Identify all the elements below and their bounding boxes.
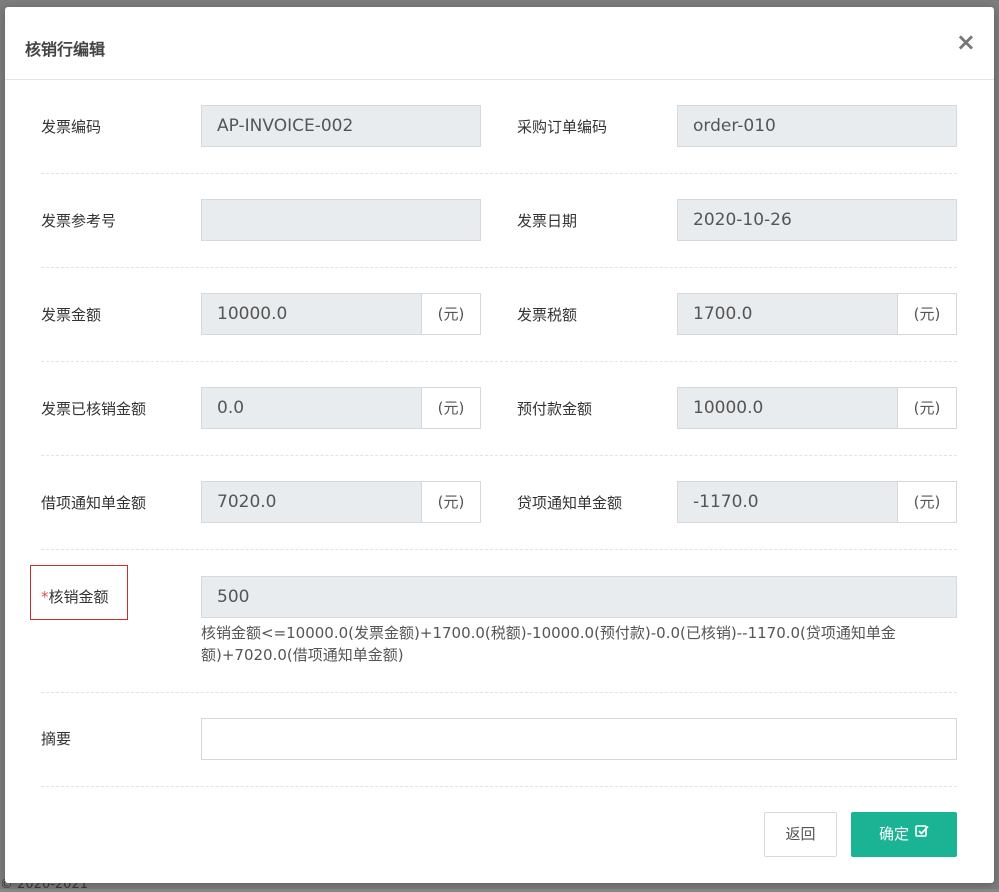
credit-note-field[interactable]: -1170.0 <box>677 481 898 523</box>
summary-label: 摘要 <box>41 730 72 748</box>
prepayment-unit: (元) <box>898 387 957 429</box>
writeoff-amount-label: *核销金额 <box>41 586 109 607</box>
row-divider <box>41 455 957 456</box>
invoice-written-off-field[interactable]: 0.0 <box>201 387 422 429</box>
invoice-amount-unit: (元) <box>422 293 481 335</box>
checkbox-check-icon <box>915 811 929 856</box>
invoice-written-off-label: 发票已核销金额 <box>41 400 147 418</box>
close-button[interactable]: × <box>956 27 976 57</box>
po-code-field[interactable]: order-010 <box>677 105 957 147</box>
row-divider <box>41 549 957 550</box>
writeoff-amount-field[interactable]: 500 <box>201 576 957 618</box>
credit-note-label: 贷项通知单金额 <box>517 494 623 512</box>
debit-note-field[interactable]: 7020.0 <box>201 481 422 523</box>
row-divider <box>41 361 957 362</box>
invoice-code-field[interactable]: AP-INVOICE-002 <box>201 105 481 147</box>
confirm-button-label: 确定 <box>878 825 909 843</box>
credit-note-unit: (元) <box>898 481 957 523</box>
invoice-code-label: 发票编码 <box>41 118 102 136</box>
dialog-header: 核销行编辑 × <box>5 7 994 80</box>
invoice-tax-label: 发票税额 <box>517 306 578 324</box>
invoice-amount-field[interactable]: 10000.0 <box>201 293 422 335</box>
prepayment-label: 预付款金额 <box>517 400 593 418</box>
invoice-ref-label: 发票参考号 <box>41 212 117 230</box>
invoice-amount-label: 发票金额 <box>41 306 102 324</box>
invoice-written-off-unit: (元) <box>422 387 481 429</box>
debit-note-label: 借项通知单金额 <box>41 494 147 512</box>
row-divider <box>41 267 957 268</box>
invoice-date-field[interactable]: 2020-10-26 <box>677 199 957 241</box>
prepayment-field[interactable]: 10000.0 <box>677 387 898 429</box>
writeoff-amount-hint: 核销金额<=10000.0(发票金额)+1700.0(税额)-10000.0(预… <box>201 624 896 664</box>
writeoff-edit-dialog: 核销行编辑 × 发票编码 AP-INVOICE-002 采购订单编码 order… <box>5 7 994 883</box>
row-divider <box>41 173 957 174</box>
back-button[interactable]: 返回 <box>764 812 837 857</box>
confirm-button[interactable]: 确定 <box>851 812 957 857</box>
summary-field[interactable] <box>201 718 957 760</box>
po-code-label: 采购订单编码 <box>517 118 608 136</box>
invoice-tax-field[interactable]: 1700.0 <box>677 293 898 335</box>
required-marker: * <box>41 588 49 606</box>
writeoff-amount-label-text: 核销金额 <box>48 588 109 606</box>
dialog-title: 核销行编辑 <box>25 40 106 59</box>
row-divider <box>41 786 957 787</box>
invoice-date-label: 发票日期 <box>517 212 578 230</box>
invoice-ref-field[interactable] <box>201 199 481 241</box>
row-divider <box>41 692 957 693</box>
debit-note-unit: (元) <box>422 481 481 523</box>
invoice-tax-unit: (元) <box>898 293 957 335</box>
